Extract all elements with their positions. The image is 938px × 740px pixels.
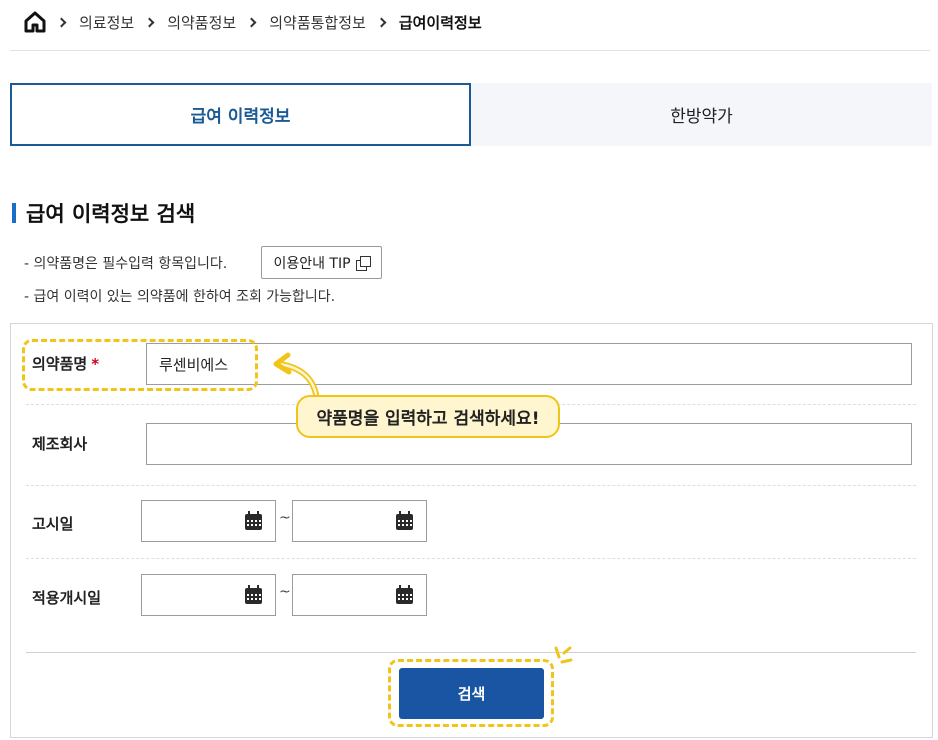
chevron-right-icon xyxy=(376,17,387,27)
calendar-icon[interactable] xyxy=(396,585,413,604)
breadcrumb-item-current: 급여이력정보 xyxy=(398,13,482,32)
sparkle-icon xyxy=(554,646,573,664)
drug-name-highlight xyxy=(22,339,258,391)
form-bottom-divider xyxy=(26,652,916,653)
row-divider xyxy=(26,485,916,486)
usage-tip-label: 이용안내 TIP xyxy=(273,255,351,272)
manufacturer-label: 제조회사 xyxy=(32,435,88,453)
section-title-text: 급여 이력정보 검색 xyxy=(26,202,196,226)
chevron-right-icon xyxy=(246,17,257,27)
usage-tip-button[interactable]: 이용안내 TIP xyxy=(261,246,382,279)
notice-date-end-input[interactable] xyxy=(292,500,427,542)
home-icon[interactable] xyxy=(24,11,46,33)
breadcrumb-item-drug-info[interactable]: 의약품정보 xyxy=(167,12,236,33)
notice-date-label: 고시일 xyxy=(32,515,74,533)
tab-benefit-history[interactable]: 급여 이력정보 xyxy=(10,83,471,146)
breadcrumb: 의료정보 의약품정보 의약품통합정보 급여이력정보 xyxy=(24,10,482,34)
apply-date-label: 적용개시일 xyxy=(32,589,102,607)
title-accent-bar xyxy=(12,203,16,223)
row-divider xyxy=(26,558,916,559)
apply-date-start-input[interactable] xyxy=(141,574,276,616)
calendar-icon[interactable] xyxy=(396,511,413,530)
callout-tooltip: 약품명을 입력하고 검색하세요! xyxy=(296,395,560,438)
chevron-right-icon xyxy=(56,17,67,27)
section-title: 급여 이력정보 검색 xyxy=(12,198,195,228)
calendar-icon[interactable] xyxy=(245,511,262,530)
note-scope: - 급여 이력이 있는 의약품에 한하여 조회 가능합니다. xyxy=(24,289,336,305)
calendar-icon[interactable] xyxy=(245,585,262,604)
breadcrumb-item-medical-info[interactable]: 의료정보 xyxy=(79,12,134,33)
apply-date-end-input[interactable] xyxy=(292,574,427,616)
note-required: - 의약품명은 필수입력 항목입니다. xyxy=(24,256,228,272)
new-window-icon xyxy=(355,255,371,271)
arrow-icon xyxy=(273,352,319,397)
header-divider xyxy=(10,50,930,51)
breadcrumb-item-drug-integrated-info[interactable]: 의약품통합정보 xyxy=(269,12,366,33)
notice-date-start-input[interactable] xyxy=(141,500,276,542)
chevron-right-icon xyxy=(144,17,155,27)
search-button-highlight xyxy=(388,659,554,727)
date-range-separator: ~ xyxy=(279,510,291,526)
date-range-separator: ~ xyxy=(279,584,291,600)
drug-name-input[interactable]: 루센비에스 xyxy=(146,343,912,385)
tab-herbal-price[interactable]: 한방약가 xyxy=(471,83,932,146)
